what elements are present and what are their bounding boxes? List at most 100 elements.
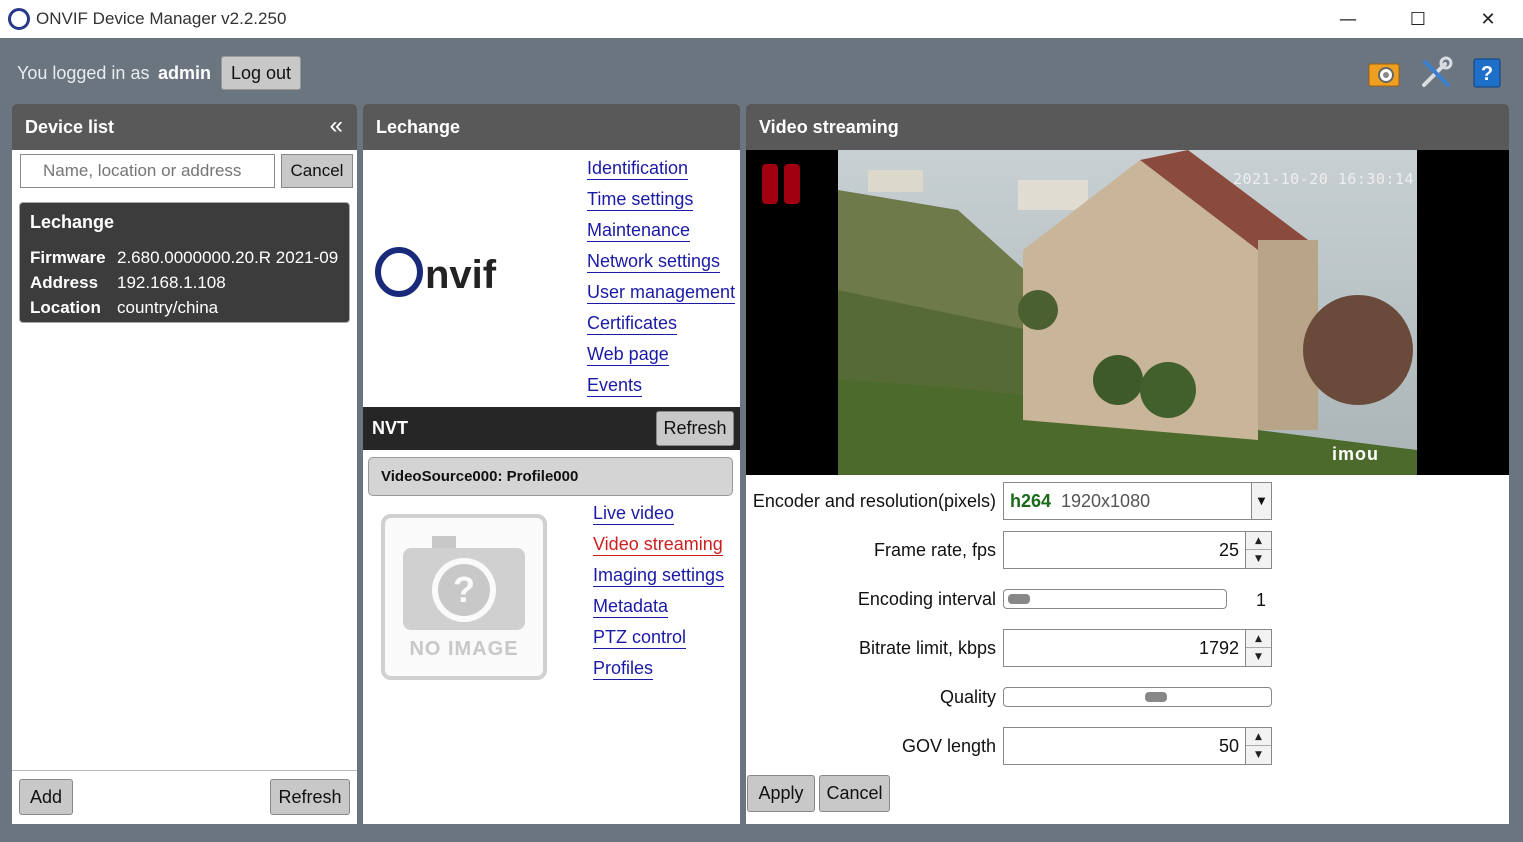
pause-icon[interactable] (762, 164, 800, 204)
device-name: Lechange (30, 212, 115, 232)
search-input[interactable] (20, 154, 275, 188)
svg-text:nvif: nvif (425, 253, 497, 297)
quality-label: Quality (939, 687, 996, 707)
login-username: admin (158, 63, 212, 83)
location-value: country/china (117, 298, 219, 317)
location-key: Location (30, 298, 101, 317)
nvt-bar: NVT Refresh (363, 407, 740, 450)
device-card[interactable]: Lechange Firmware 2.680.0000000.20.R 202… (19, 202, 350, 323)
device-links: Identification Time settings Maintenance… (587, 156, 736, 404)
bitrate-label: Bitrate limit, kbps (858, 638, 996, 658)
encoder-select[interactable]: h264 1920x1080 ▼ (1003, 482, 1272, 520)
help-icon[interactable]: ? (1470, 56, 1504, 90)
video-frame: 2021-10-20 16:30:14 imou (838, 150, 1417, 475)
svg-text:?: ? (453, 569, 475, 610)
link-video-streaming[interactable]: Video streaming (593, 532, 724, 563)
device-panel-title: Lechange (376, 116, 461, 137)
link-profiles[interactable]: Profiles (593, 656, 724, 687)
maximize-button[interactable]: ☐ (1383, 0, 1453, 38)
link-certificates[interactable]: Certificates (587, 311, 735, 342)
svg-text:?: ? (1481, 63, 1493, 85)
video-panel-header: Video streaming (746, 104, 1509, 150)
interval-label: Encoding interval (857, 589, 996, 609)
link-metadata[interactable]: Metadata (593, 594, 724, 625)
quality-slider[interactable] (1003, 687, 1272, 707)
device-firmware-row: Firmware 2.680.0000000.20.R 2021-09 (30, 245, 339, 270)
device-list-panel: Device list « Cancel Lechange Firmware 2… (12, 104, 357, 824)
framerate-stepper[interactable]: ▲ ▼ (1246, 531, 1272, 569)
minimize-button[interactable]: — (1313, 0, 1383, 38)
spin-up-icon[interactable]: ▲ (1246, 630, 1271, 648)
framerate-input[interactable]: 25 (1003, 531, 1246, 569)
video-area: 2021-10-20 16:30:14 imou (746, 150, 1509, 475)
cancel-button[interactable]: Cancel (819, 775, 890, 812)
gov-input[interactable]: 50 (1003, 727, 1246, 765)
interval-slider-thumb[interactable] (1008, 594, 1030, 604)
apply-button[interactable]: Apply (747, 775, 815, 812)
address-key: Address (30, 273, 99, 292)
settings-icon[interactable] (1367, 56, 1401, 90)
link-maintenance[interactable]: Maintenance (587, 218, 735, 249)
video-streaming-panel: Video streaming 2021-10-20 16:30:14 imou… (746, 104, 1509, 824)
add-device-button[interactable]: Add (19, 779, 73, 815)
firmware-value: 2.680.0000000.20.R 2021-09 (117, 248, 339, 267)
tools-icon[interactable] (1419, 56, 1453, 90)
link-user-management[interactable]: User management (587, 280, 736, 311)
profile-links: Live video Video streaming Imaging setti… (593, 501, 725, 687)
device-address-row: Address 192.168.1.108 (30, 270, 339, 295)
device-panel-header: Lechange (363, 104, 740, 150)
logout-button[interactable]: Log out (221, 56, 301, 90)
spin-up-icon[interactable]: ▲ (1246, 532, 1271, 550)
gov-label: GOV length (901, 736, 996, 756)
title-bar: ONVIF Device Manager v2.2.250 — ☐ ✕ (0, 0, 1523, 38)
nvt-refresh-button[interactable]: Refresh (656, 411, 734, 446)
bitrate-input[interactable]: 1792 (1003, 629, 1246, 667)
device-list-footer: Add Refresh (12, 770, 357, 824)
nvt-title: NVT (372, 418, 408, 438)
interval-value: 1 (1256, 590, 1267, 610)
link-ptz-control[interactable]: PTZ control (593, 625, 724, 656)
device-panel: Lechange nvif Identification Time settin… (363, 104, 740, 824)
spin-up-icon[interactable]: ▲ (1246, 728, 1271, 746)
video-watermark: imou (1332, 444, 1379, 464)
link-time-settings[interactable]: Time settings (587, 187, 735, 218)
collapse-icon[interactable]: « (330, 112, 343, 140)
framerate-label: Frame rate, fps (873, 540, 996, 560)
bitrate-stepper[interactable]: ▲ ▼ (1246, 629, 1272, 667)
refresh-devices-button[interactable]: Refresh (270, 779, 350, 815)
link-identification[interactable]: Identification (587, 156, 735, 187)
app-icon (8, 8, 30, 30)
encoder-codec: h264 (1010, 491, 1052, 511)
link-events[interactable]: Events (587, 373, 735, 404)
link-live-video[interactable]: Live video (593, 501, 724, 532)
device-list-title: Device list (25, 116, 115, 137)
firmware-key: Firmware (30, 248, 106, 267)
link-web-page[interactable]: Web page (587, 342, 735, 373)
address-value: 192.168.1.108 (117, 273, 226, 292)
window-controls: — ☐ ✕ (1313, 0, 1523, 38)
link-imaging-settings[interactable]: Imaging settings (593, 563, 725, 594)
gov-stepper[interactable]: ▲ ▼ (1246, 727, 1272, 765)
quality-slider-thumb[interactable] (1145, 692, 1168, 702)
no-image-text: NO IMAGE (409, 638, 519, 660)
search-cancel-button[interactable]: Cancel (281, 154, 353, 188)
encoder-label: Encoder and resolution(pixels) (752, 491, 996, 511)
camera-scene (838, 150, 1417, 475)
chevron-down-icon[interactable]: ▼ (1251, 483, 1271, 519)
login-bar: You logged in as admin Log out ? (0, 40, 1523, 104)
no-image-placeholder: ? NO IMAGE (381, 514, 547, 680)
video-panel-title: Video streaming (759, 116, 899, 137)
link-network-settings[interactable]: Network settings (587, 249, 735, 280)
device-location-row: Location country/china (30, 295, 339, 320)
onvif-logo: nvif (375, 244, 555, 305)
encoder-resolution: 1920x1080 (1061, 491, 1151, 511)
interval-slider[interactable] (1003, 589, 1227, 609)
video-timestamp: 2021-10-20 16:30:14 (1233, 170, 1415, 188)
close-button[interactable]: ✕ (1453, 0, 1523, 38)
profile-selector[interactable]: VideoSource000: Profile000 (368, 457, 733, 496)
spin-down-icon[interactable]: ▼ (1246, 550, 1271, 568)
spin-down-icon[interactable]: ▼ (1246, 746, 1271, 764)
device-list-header: Device list « (12, 104, 357, 150)
spin-down-icon[interactable]: ▼ (1246, 648, 1271, 666)
window-title: ONVIF Device Manager v2.2.250 (36, 9, 287, 28)
